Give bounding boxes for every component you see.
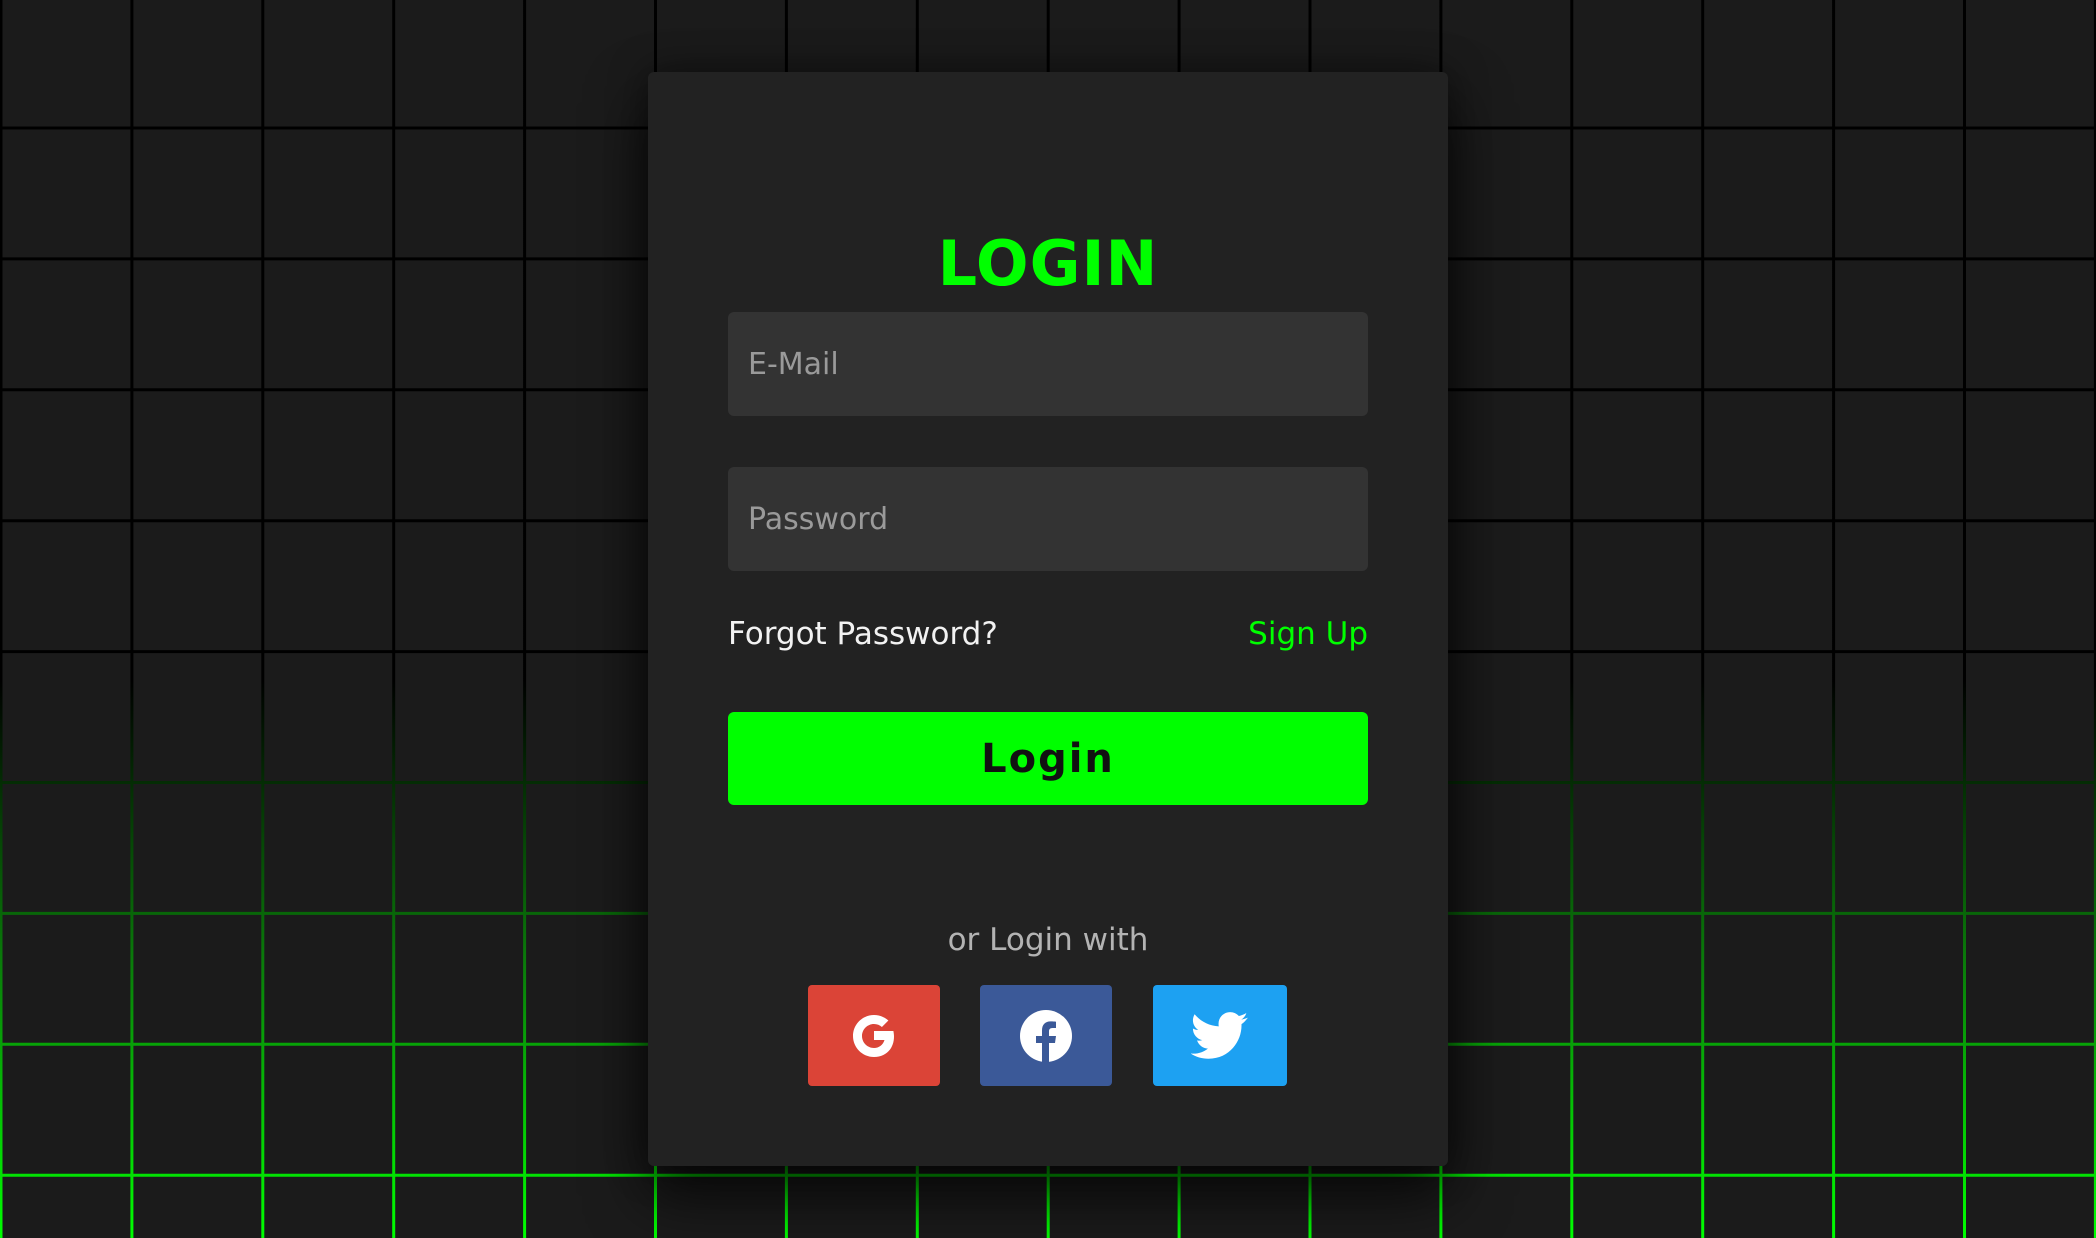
login-card: LOGIN Forgot Password? Sign Up Login or … <box>648 72 1448 1166</box>
or-login-with-text: or Login with <box>947 922 1149 958</box>
google-login-button[interactable] <box>808 985 940 1086</box>
twitter-icon <box>1191 1011 1249 1059</box>
login-title: LOGIN <box>937 227 1159 300</box>
facebook-icon <box>1020 1009 1072 1062</box>
twitter-login-button[interactable] <box>1153 985 1287 1086</box>
facebook-login-button[interactable] <box>980 985 1112 1086</box>
password-field[interactable] <box>728 467 1368 571</box>
options-row: Forgot Password? Sign Up <box>728 612 1368 656</box>
google-icon <box>853 1014 894 1057</box>
forgot-password-link[interactable]: Forgot Password? <box>728 616 998 652</box>
login-button[interactable]: Login <box>728 712 1368 805</box>
sign-up-link[interactable]: Sign Up <box>1248 616 1368 652</box>
email-field[interactable] <box>728 312 1368 416</box>
